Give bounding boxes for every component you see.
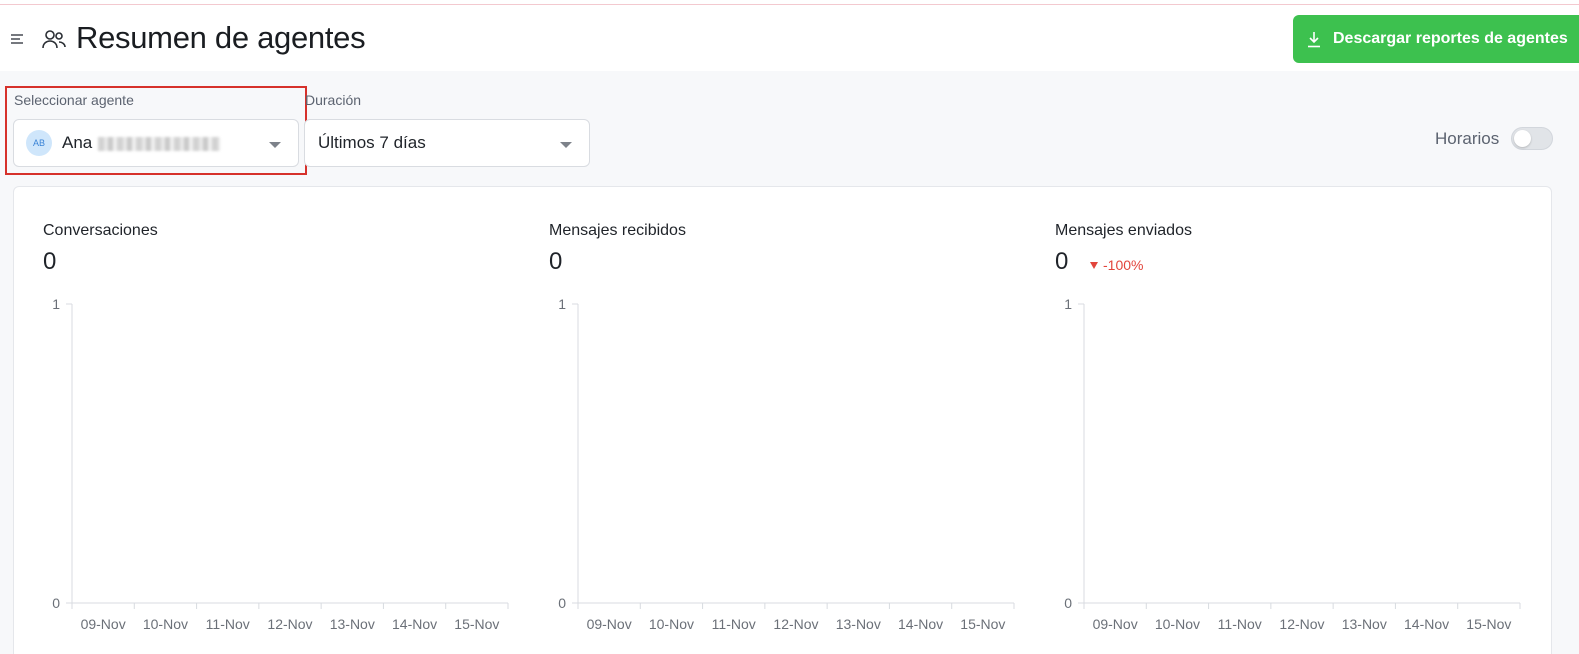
duration-select[interactable]: Últimos 7 días (304, 119, 590, 167)
x-tick-label: 12-Nov (1279, 616, 1324, 632)
x-tick-label: 10-Nov (649, 616, 694, 632)
x-tick-label: 13-Nov (1342, 616, 1387, 632)
x-tick-label: 11-Nov (712, 616, 756, 632)
metric-change: -100% (1090, 257, 1143, 273)
x-tick-label: 09-Nov (1093, 616, 1138, 632)
duration-value: Últimos 7 días (318, 133, 426, 152)
x-tick-label: 15-Nov (1466, 616, 1511, 632)
x-tick-label: 11-Nov (1218, 616, 1262, 632)
duration-select-label: Duración (305, 92, 362, 108)
download-reports-button[interactable]: Descargar reportes de agentes (1293, 15, 1579, 63)
metric-title: Mensajes enviados (1055, 222, 1192, 239)
menu-icon[interactable] (10, 32, 26, 46)
x-tick-label: 14-Nov (392, 616, 437, 632)
x-tick-label: 12-Nov (773, 616, 818, 632)
y-tick-label: 1 (1064, 296, 1072, 312)
x-tick-label: 13-Nov (330, 616, 375, 632)
caret-down-icon (560, 142, 572, 148)
metric-title: Conversaciones (43, 222, 158, 239)
users-icon (42, 30, 66, 49)
received-chart: 0 1 09-Nov 10-Nov 11-Nov 12-Nov 13-Nov 14-Nov 15… (558, 296, 1015, 632)
y-tick-label: 1 (558, 296, 566, 312)
download-reports-label: Descargar reportes de agentes (1333, 30, 1568, 47)
metric-title: Mensajes recibidos (549, 222, 686, 239)
x-tick-label: 15-Nov (960, 616, 1005, 632)
y-tick-label: 0 (558, 595, 566, 611)
page-title: Resumen de agentes (76, 20, 366, 55)
caret-down-icon (1090, 262, 1098, 269)
x-tick-label: 15-Nov (454, 616, 499, 632)
sent-chart: 0 1 09-Nov 10-Nov 11-Nov 12-Nov 13-Nov 14-Nov 15… (1064, 296, 1521, 632)
metric-value: 0 (1055, 248, 1069, 275)
x-tick-label: 10-Nov (1155, 616, 1200, 632)
schedule-toggle[interactable] (1511, 127, 1553, 150)
y-tick-label: 1 (52, 296, 60, 312)
x-tick-label: 12-Nov (267, 616, 312, 632)
x-tick-label: 14-Nov (1404, 616, 1449, 632)
x-tick-label: 13-Nov (836, 616, 881, 632)
schedule-toggle-label: Horarios (1435, 129, 1500, 148)
x-tick-label: 10-Nov (143, 616, 188, 632)
x-tick-label: 09-Nov (81, 616, 126, 632)
toggle-knob (1514, 130, 1531, 147)
x-tick-label: 14-Nov (898, 616, 943, 632)
x-tick-label: 11-Nov (206, 616, 250, 632)
metric-value: 0 (43, 248, 57, 275)
conversations-chart: 0 1 09-Nov 10-Nov 11-Nov 12-Nov 13-Nov 14-Nov 15… (52, 296, 509, 632)
metric-value: 0 (549, 248, 563, 275)
download-icon (1308, 31, 1320, 47)
y-tick-label: 0 (1064, 595, 1072, 611)
agent-select-highlight (5, 86, 307, 175)
x-tick-label: 09-Nov (587, 616, 632, 632)
y-tick-label: 0 (52, 595, 60, 611)
page-header: Resumen de agentes Descargar reportes de… (0, 5, 1579, 71)
